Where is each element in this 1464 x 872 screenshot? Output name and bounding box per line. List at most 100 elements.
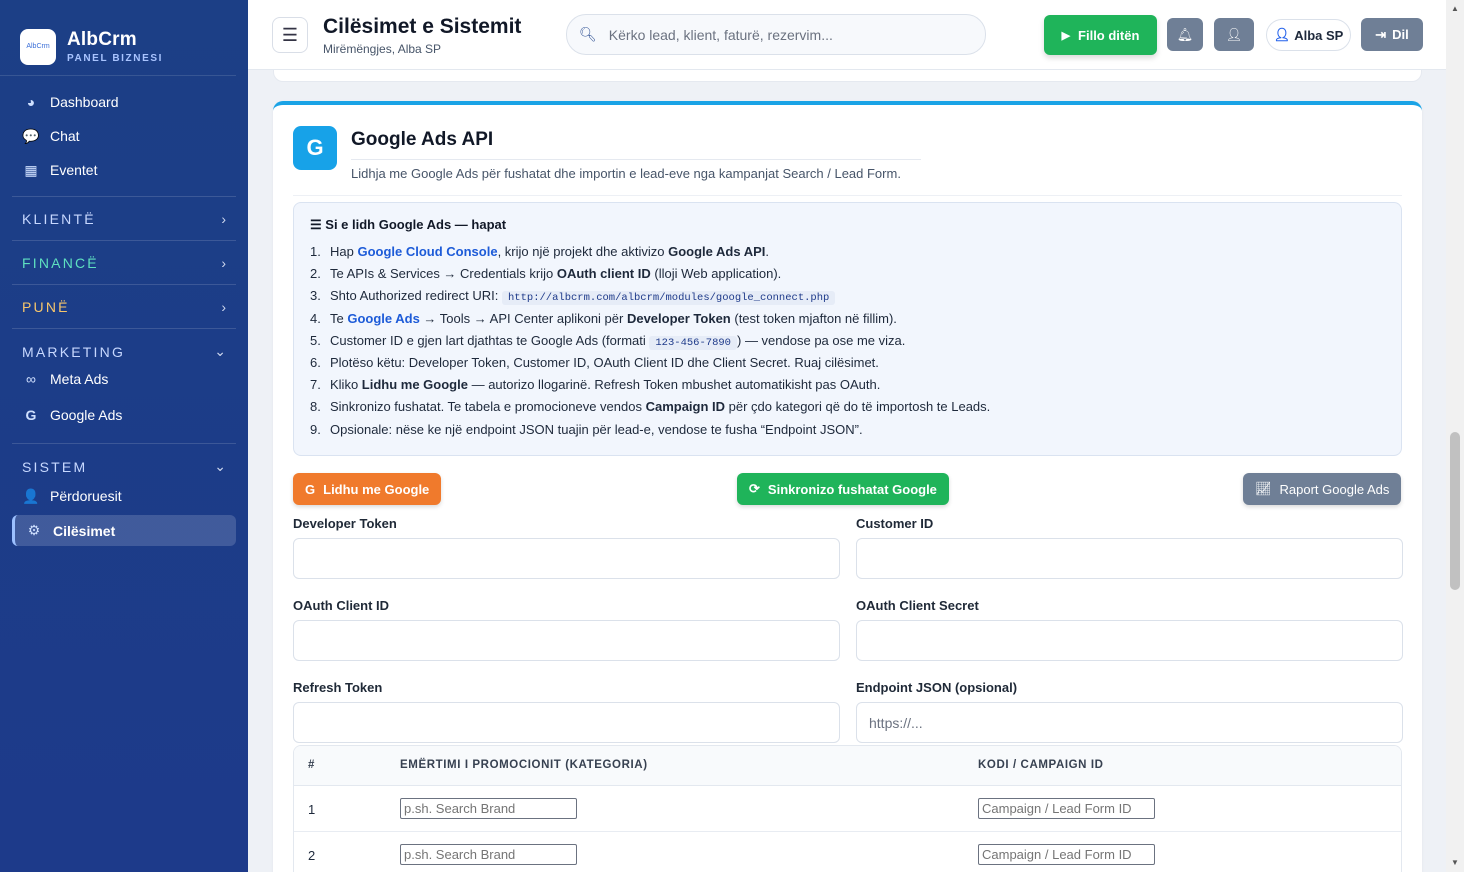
steps-title: ☰ Si e lidh Google Ads — hapat — [310, 217, 506, 233]
gear-icon: ⚙ — [27, 522, 41, 538]
chevron-right-icon: › — [221, 298, 226, 315]
button-label: Sinkronizo fushatat Google — [767, 481, 937, 497]
google-ads-link[interactable]: Google Ads — [347, 311, 419, 326]
customer-id-label: Customer ID — [856, 516, 934, 531]
dashboard-icon: ◕ — [26, 94, 36, 110]
developer-token-field[interactable] — [293, 538, 840, 579]
row-number: 1 — [308, 802, 316, 817]
step-5: 5. Customer ID e gjen lart djathtas te Go… — [310, 332, 906, 350]
sidebar-item-perdoruesit[interactable]: 👤 Përdoruesit — [12, 479, 236, 513]
sidebar-section-pune[interactable]: PUNË › — [12, 284, 236, 328]
section-label: FINANCË — [22, 254, 99, 271]
card-title: Google Ads API — [351, 129, 494, 150]
user-icon: 👤︎ — [1273, 27, 1291, 42]
play-icon: ▶ — [1061, 29, 1071, 42]
chevron-down-icon: ⌄ — [214, 343, 226, 359]
section-label: KLIENTË — [22, 210, 96, 227]
logout-icon: ⇥ — [1375, 26, 1387, 42]
promotion-name-input[interactable] — [400, 798, 577, 819]
sidebar-section-finance[interactable]: FINANCË › — [12, 240, 236, 284]
hamburger-icon: ☰ — [281, 24, 299, 45]
start-day-button[interactable]: ▶ Fillo ditën — [1044, 15, 1157, 55]
promotions-table: # EMËRTIMI I PROMOCIONIT (KATEGORIA) KOD… — [293, 745, 1402, 872]
redirect-uri-code: http://albcrm.com/albcrm/modules/google_… — [501, 291, 836, 306]
table-header: # EMËRTIMI I PROMOCIONIT (KATEGORIA) KOD… — [294, 746, 1401, 786]
step-8: 8. Sinkronizo fushatat. Te tabela e promo… — [310, 399, 991, 415]
sidebar-item-cilesimet[interactable]: ⚙ Cilësimet — [12, 515, 236, 546]
notifications-button[interactable]: 🔔︎ — [1167, 18, 1203, 51]
google-ads-card: G Google Ads API Lidhja me Google Ads pë… — [273, 101, 1422, 872]
customer-id-field[interactable] — [856, 538, 1403, 579]
google-icon: G — [25, 407, 37, 423]
users-cog-icon: 👤︎ — [1225, 26, 1243, 42]
sidebar-section-klientet[interactable]: KLIENTË › — [12, 196, 236, 240]
user-menu-button[interactable]: 👤︎ Alba SP — [1266, 19, 1351, 51]
customer-id-format-code: 123-456-7890 — [649, 335, 737, 350]
logout-label: Dil — [1392, 27, 1409, 42]
endpoint-label: Endpoint JSON (opsional) — [856, 680, 1018, 695]
topbar: ☰ Cilësimet e Sistemit Mirëmëngjes, Alba… — [248, 0, 1446, 70]
sidebar-item-eventet[interactable]: ▦ Eventet — [12, 153, 236, 187]
sidebar-item-dashboard[interactable]: ◕ Dashboard — [12, 85, 236, 119]
menu-toggle-button[interactable]: ☰ — [272, 17, 308, 53]
step-4: 4. Te Google Ads → Tools → API Center apl… — [310, 310, 897, 326]
users-gear-icon: 👤 — [22, 487, 40, 504]
sidebar-item-label: Chat — [50, 128, 80, 144]
campaign-id-input[interactable] — [978, 844, 1155, 865]
search-input[interactable] — [608, 26, 969, 43]
chevron-right-icon: › — [221, 254, 226, 271]
sidebar: AlbCrm AlbCrm PANEL BIZNESI ◕ Dashboard 💬… — [0, 0, 248, 872]
scrollbar-thumb[interactable] — [1450, 432, 1460, 590]
header-num: # — [308, 759, 315, 771]
user-settings-button[interactable]: 👤︎ — [1214, 18, 1254, 51]
step-2: 2. Te APIs & Services → Credentials krijo… — [310, 266, 782, 282]
connect-google-button[interactable]: G Lidhu me Google — [293, 473, 442, 505]
page-subtitle: Mirëmëngjes, Alba SP — [323, 42, 442, 56]
google-icon: G — [293, 126, 337, 170]
client-secret-label: OAuth Client Secret — [856, 598, 979, 613]
google-icon: G — [305, 481, 316, 497]
sidebar-item-label: Përdoruesit — [50, 488, 122, 504]
row-number: 2 — [308, 848, 316, 863]
refresh-token-field[interactable] — [293, 702, 840, 743]
campaign-id-input[interactable] — [978, 798, 1155, 819]
steps-list: 1. Hap Google Cloud Console, krijo një pr… — [310, 241, 990, 441]
promotion-name-input[interactable] — [400, 844, 577, 865]
sidebar-item-google-ads[interactable]: G Google Ads — [12, 396, 236, 434]
meta-icon: ∞ — [26, 371, 36, 387]
brand-logo: AlbCrm — [20, 28, 56, 65]
card-description: Lidhja me Google Ads për fushatat dhe im… — [351, 166, 901, 181]
scroll-down-icon[interactable]: ▼ — [1451, 858, 1459, 867]
endpoint-field[interactable] — [856, 702, 1403, 743]
sidebar-item-label: Dashboard — [50, 94, 119, 110]
sidebar-item-label: Meta Ads — [50, 371, 109, 387]
steps-title-text: Si e lidh Google Ads — hapat — [325, 217, 507, 232]
client-id-label: OAuth Client ID — [293, 598, 390, 613]
calendar-icon: ▦ — [24, 161, 38, 178]
sync-icon: ⟳ — [749, 481, 760, 496]
page-scrollbar[interactable]: ▲ ▼ — [1446, 0, 1464, 872]
brand[interactable]: AlbCrm AlbCrm PANEL BIZNESI — [0, 0, 236, 76]
step-1: 1. Hap Google Cloud Console, krijo një pr… — [310, 244, 769, 259]
sidebar-item-label: Cilësimet — [53, 522, 116, 539]
sidebar-item-chat[interactable]: 💬 Chat — [12, 119, 236, 153]
start-day-label: Fillo ditën — [1078, 27, 1140, 43]
client-id-field[interactable] — [293, 620, 840, 661]
report-google-ads-button[interactable]: 📈︎ Raport Google Ads — [1243, 473, 1402, 505]
client-secret-field[interactable] — [856, 620, 1403, 661]
button-label: Raport Google Ads — [1279, 481, 1390, 497]
search-box[interactable]: 🔍︎ — [566, 14, 986, 55]
logout-button[interactable]: ⇥ Dil — [1361, 18, 1423, 51]
user-name: Alba SP — [1294, 27, 1344, 43]
button-label: Lidhu me Google — [323, 481, 430, 497]
sync-campaigns-button[interactable]: ⟳ Sinkronizo fushatat Google — [737, 473, 949, 505]
scroll-up-icon[interactable]: ▲ — [1451, 4, 1459, 13]
sidebar-item-meta-ads[interactable]: ∞ Meta Ads — [12, 362, 236, 396]
section-label: MARKETING — [22, 343, 126, 360]
section-label: PUNË — [22, 298, 70, 315]
step-6: 6. Plotëso këtu: Developer Token, Custome… — [310, 354, 879, 370]
search-icon: 🔍︎ — [579, 26, 597, 42]
google-cloud-console-link[interactable]: Google Cloud Console — [357, 244, 497, 259]
steps-box: ☰ Si e lidh Google Ads — hapat 1. Hap Goo… — [293, 202, 1402, 456]
chat-icon: 💬 — [22, 127, 40, 144]
